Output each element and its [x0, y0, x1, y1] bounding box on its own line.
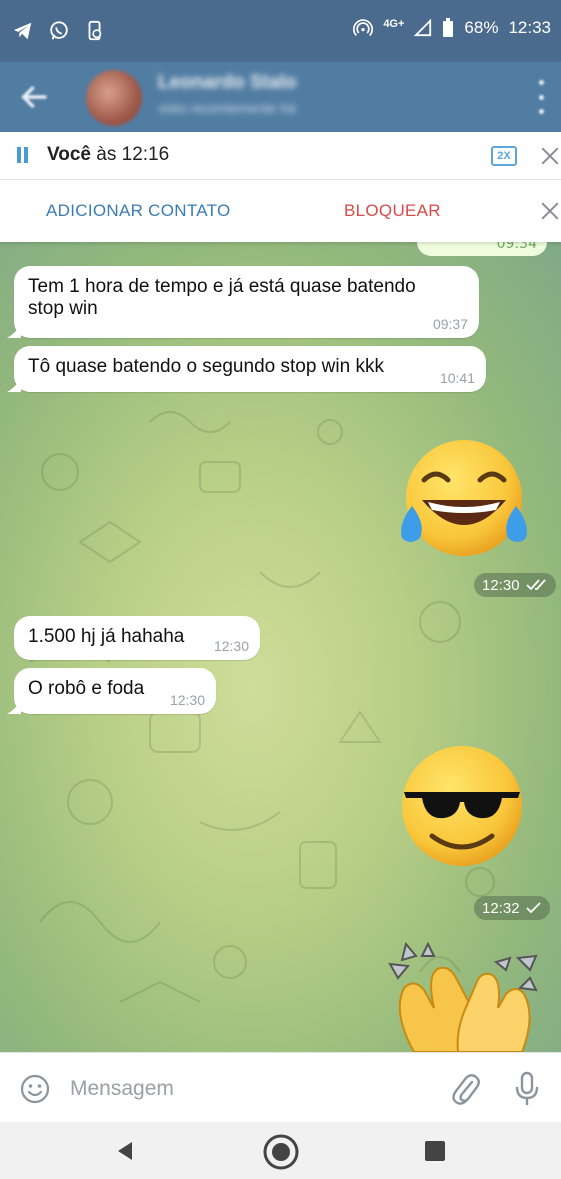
emoji-icon[interactable]	[20, 1074, 50, 1104]
nav-back-icon[interactable]	[114, 1140, 136, 1162]
player-time: às 12:16	[96, 144, 170, 165]
system-nav-bar	[0, 1122, 561, 1179]
incoming-message[interactable]: Tô quase batendo o segundo stop win kkk …	[7, 346, 486, 392]
message-time: 12:30	[482, 576, 520, 594]
player-sender: Você	[47, 144, 92, 165]
close-player-icon[interactable]	[541, 147, 559, 165]
outgoing-message-partial[interactable]: 09:34	[417, 242, 547, 256]
clock: 12:33	[508, 18, 551, 37]
sunglasses-emoji[interactable]	[392, 744, 532, 868]
bubble-tail	[7, 700, 21, 714]
message-time-pill: 12:30	[474, 573, 556, 597]
message-time: 09:37	[432, 316, 468, 332]
pause-icon[interactable]	[16, 147, 30, 165]
incoming-message[interactable]: 1.500 hj já hahaha 12:30	[14, 616, 260, 660]
chat-header: Leonardo Stalo visto recentemente há	[0, 62, 561, 132]
network-type: 4G+	[383, 18, 405, 30]
chat-area[interactable]: 09:34 Tem 1 hora de tempo e já está quas…	[0, 242, 561, 1052]
double-check-icon	[525, 579, 546, 591]
status-bar: 4G+ 68% 12:33	[0, 0, 561, 62]
message-input[interactable]: Mensagem	[70, 1077, 174, 1101]
message-text-line2: stop win	[28, 298, 98, 319]
avatar[interactable]	[86, 70, 142, 126]
contact-name[interactable]: Leonardo Stalo	[158, 72, 296, 94]
hotspot-icon	[353, 19, 374, 37]
battery-level: 68%	[464, 18, 499, 37]
incoming-message[interactable]: Tem 1 hora de tempo e já está quase bate…	[7, 266, 479, 338]
message-time: 09:34	[496, 242, 537, 252]
clapping-hands-emoji[interactable]	[384, 938, 544, 1052]
add-contact-button[interactable]: ADICIONAR CONTATO	[46, 201, 231, 221]
message-text: Tô quase batendo o segundo stop win kkk	[28, 356, 384, 377]
incoming-message[interactable]: O robô e foda 12:30	[7, 668, 216, 714]
phone-sync-icon	[88, 20, 102, 41]
contact-status: visto recentemente há	[158, 100, 296, 116]
telegram-icon	[13, 22, 32, 40]
message-time: 10:41	[439, 370, 475, 386]
bubble-tail	[7, 324, 21, 338]
message-time-pill: 12:32	[474, 896, 550, 920]
check-icon	[525, 902, 541, 914]
battery-icon	[443, 18, 454, 37]
add-contact-bar: ADICIONAR CONTATO BLOQUEAR	[0, 180, 561, 242]
player-info[interactable]: Você às 12:16	[47, 144, 169, 166]
bubble-tail	[7, 378, 21, 392]
message-time: 12:32	[482, 899, 520, 917]
message-composer: Mensagem	[0, 1052, 561, 1122]
more-menu-icon[interactable]	[531, 80, 551, 114]
close-bar-icon[interactable]	[541, 202, 559, 220]
nav-home-icon[interactable]	[262, 1133, 300, 1171]
tears-of-joy-emoji[interactable]	[392, 438, 536, 562]
message-time: 12:30	[213, 638, 249, 654]
audio-player: Você às 12:16 2X	[0, 132, 561, 180]
microphone-icon[interactable]	[514, 1071, 540, 1107]
back-arrow-icon[interactable]	[18, 80, 52, 114]
whatsapp-icon	[50, 21, 68, 40]
playback-speed-button[interactable]: 2X	[491, 146, 517, 166]
message-time: 12:30	[169, 692, 205, 708]
signal-icon	[414, 18, 432, 37]
nav-recents-icon[interactable]	[425, 1141, 445, 1161]
block-button[interactable]: BLOQUEAR	[344, 201, 441, 221]
attach-icon[interactable]	[452, 1073, 480, 1105]
message-text-line1: Tem 1 hora de tempo e já está quase bate…	[28, 276, 416, 297]
